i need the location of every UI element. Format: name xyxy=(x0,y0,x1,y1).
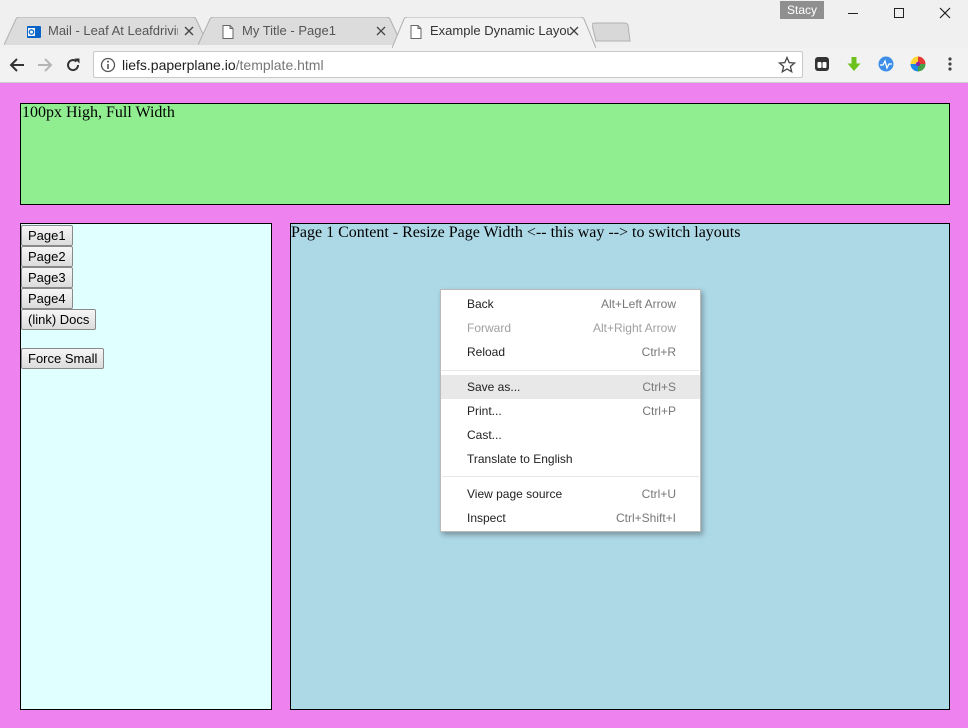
force-small-button[interactable]: Force Small xyxy=(21,348,105,369)
tab-example-dynamic-layout[interactable]: Example Dynamic Layout xyxy=(392,17,596,49)
menu-item-shortcut: Ctrl+S xyxy=(642,380,676,394)
menu-item-back[interactable]: Back Alt+Left Arrow xyxy=(441,292,700,316)
url-host: liefs.paperplane.io xyxy=(122,57,236,73)
menu-separator xyxy=(442,370,699,371)
tab-label: Example Dynamic Layout xyxy=(430,23,570,38)
page-icon xyxy=(410,25,422,39)
url-text: liefs.paperplane.io/template.html xyxy=(122,57,324,73)
menu-item-label: Inspect xyxy=(467,511,506,525)
tab-label: Mail - Leaf At Leafdriving xyxy=(48,23,178,38)
reload-button[interactable] xyxy=(61,53,85,77)
menu-item-save-as[interactable]: Save as... Ctrl+S xyxy=(441,375,700,399)
browser-toolbar: liefs.paperplane.io/template.html xyxy=(0,48,968,83)
menu-item-label: Back xyxy=(467,297,494,311)
context-menu: Back Alt+Left Arrow Forward Alt+Right Ar… xyxy=(440,289,701,532)
header-panel: 100px High, Full Width xyxy=(20,103,950,205)
menu-item-shortcut: Alt+Right Arrow xyxy=(592,321,676,335)
menu-item-label: View page source xyxy=(467,487,563,501)
header-text: 100px High, Full Width xyxy=(22,104,175,121)
menu-separator xyxy=(442,476,699,477)
menu-item-shortcut: Ctrl+U xyxy=(641,487,676,501)
close-icon xyxy=(569,26,579,36)
close-icon xyxy=(376,26,386,36)
content-text: Page 1 Content - Resize Page Width <-- t… xyxy=(291,224,741,241)
outlook-icon xyxy=(27,26,41,38)
tab-mail[interactable]: Mail - Leaf At Leafdriving xyxy=(4,17,208,45)
menu-item-shortcut: Ctrl+R xyxy=(641,345,676,359)
color-wheel-icon xyxy=(910,56,926,72)
docs-link-button[interactable]: (link) Docs xyxy=(21,309,97,330)
tab-label: My Title - Page1 xyxy=(242,23,336,38)
kebab-menu-icon xyxy=(948,57,952,71)
color-wheel-extension[interactable] xyxy=(909,55,927,73)
new-tab-button[interactable] xyxy=(592,17,632,45)
menu-item-label: Translate to English xyxy=(467,452,573,466)
menu-item-inspect[interactable]: Inspect Ctrl+Shift+I xyxy=(441,506,700,530)
menu-item-cast[interactable]: Cast... xyxy=(441,423,700,447)
title-bar: Stacy Mail - Leaf At Leafdriving My Titl… xyxy=(0,0,968,49)
browser-menu-button[interactable] xyxy=(941,55,959,73)
menu-item-print[interactable]: Print... Ctrl+P xyxy=(441,399,700,423)
menu-item-shortcut: Ctrl+Shift+I xyxy=(615,511,676,525)
back-button[interactable] xyxy=(5,53,29,77)
sidebar-panel: Page1 Page2 Page3 Page4 (link) Docs Forc… xyxy=(20,223,272,710)
download-arrow-icon xyxy=(847,57,861,71)
button-spacer xyxy=(21,330,271,348)
tab-close-button[interactable] xyxy=(374,24,388,38)
menu-item-shortcut: Ctrl+P xyxy=(642,404,676,418)
menu-item-label: Cast... xyxy=(467,428,502,442)
url-path: /template.html xyxy=(235,57,324,73)
back-arrow-icon xyxy=(9,58,24,72)
menu-item-translate[interactable]: Translate to English xyxy=(441,447,700,471)
tab-close-button[interactable] xyxy=(182,24,196,38)
page4-button[interactable]: Page4 xyxy=(21,288,73,309)
tab-close-button[interactable] xyxy=(567,24,581,38)
bookmark-star-icon[interactable] xyxy=(778,56,796,74)
tab-manager-extension[interactable] xyxy=(813,55,831,73)
tab-my-title[interactable]: My Title - Page1 xyxy=(198,17,402,45)
new-tab-icon xyxy=(592,22,631,42)
forward-arrow-icon xyxy=(38,58,53,72)
page1-button[interactable]: Page1 xyxy=(21,225,73,246)
forward-button[interactable] xyxy=(33,53,57,77)
menu-item-label: Save as... xyxy=(467,380,521,394)
tab-strip: Mail - Leaf At Leafdriving My Title - Pa… xyxy=(0,17,968,49)
info-icon[interactable] xyxy=(100,57,116,73)
menu-item-label: Forward xyxy=(467,321,512,335)
download-extension[interactable] xyxy=(845,55,863,73)
page-icon xyxy=(222,25,234,39)
page3-button[interactable]: Page3 xyxy=(21,267,73,288)
menu-item-shortcut: Alt+Left Arrow xyxy=(600,297,676,311)
close-icon xyxy=(184,26,194,36)
pulse-extension[interactable] xyxy=(877,55,895,73)
menu-item-view-source[interactable]: View page source Ctrl+U xyxy=(441,482,700,506)
tab-manager-icon xyxy=(815,57,829,71)
menu-item-label: Reload xyxy=(467,345,506,359)
pulse-icon xyxy=(878,56,894,72)
menu-item-reload[interactable]: Reload Ctrl+R xyxy=(441,340,700,364)
address-bar[interactable]: liefs.paperplane.io/template.html xyxy=(93,51,803,78)
reload-icon xyxy=(67,58,80,72)
menu-item-label: Print... xyxy=(467,404,502,418)
page2-button[interactable]: Page2 xyxy=(21,246,73,267)
menu-item-forward[interactable]: Forward Alt+Right Arrow xyxy=(441,316,700,340)
